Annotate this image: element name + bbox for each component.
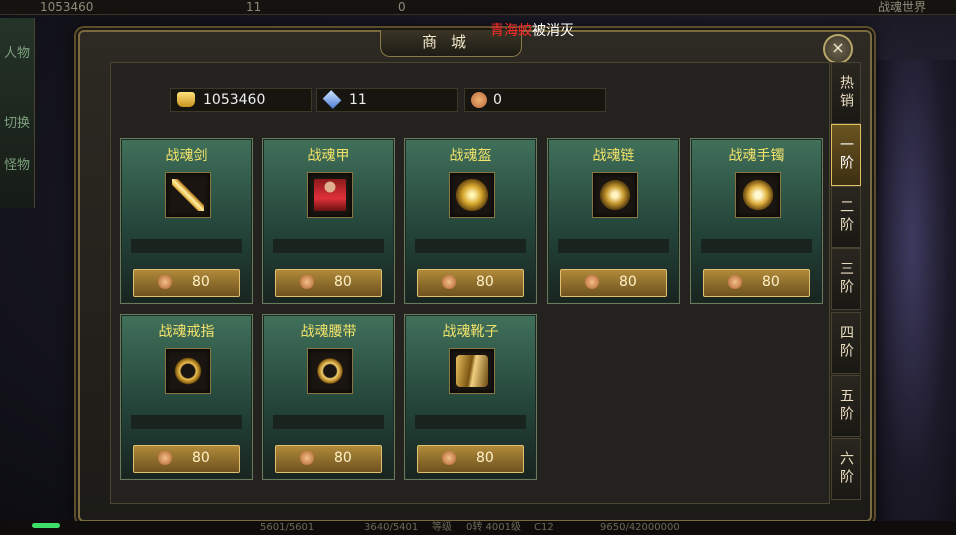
hud-level-label: 等级 [432, 522, 452, 533]
item-price: 80 [619, 274, 637, 290]
buy-button[interactable]: 80 [703, 269, 810, 297]
item-price: 80 [334, 450, 352, 466]
currency-coin-value: 0 [493, 92, 502, 108]
currency-gem-value: 11 [349, 92, 367, 108]
coin-icon [471, 92, 487, 108]
item-name: 战魂腰带 [300, 324, 357, 340]
ring-icon[interactable] [165, 348, 211, 394]
item-price: 80 [476, 274, 494, 290]
coin-icon [300, 275, 314, 289]
tab-tier-4[interactable]: 四阶 [831, 312, 861, 374]
hud-server: 战魂世界 [878, 0, 927, 14]
item-price: 80 [192, 274, 210, 290]
tab-hot[interactable]: 热销 [831, 62, 861, 124]
item-name: 战魂靴子 [442, 324, 499, 340]
tab-tier-6[interactable]: 六阶 [831, 438, 861, 500]
bottom-hud: 5601/5601 3640/5401 等级 0转 4001级 C12 9650… [0, 521, 956, 535]
item-name: 战魂盔 [449, 148, 492, 164]
bracelet-icon[interactable] [735, 172, 781, 218]
shop-item-bracelet[interactable]: 战魂手镯 80 [690, 138, 823, 304]
sword-icon[interactable] [165, 172, 211, 218]
currency-gem: 11 [316, 88, 458, 112]
close-button[interactable]: × [823, 34, 853, 64]
coin-icon [158, 451, 172, 465]
coin-icon [442, 451, 456, 465]
buy-button[interactable]: 80 [133, 445, 240, 473]
buy-button[interactable]: 80 [133, 269, 240, 297]
game-background-right [868, 60, 956, 520]
left-item-character[interactable]: 人物 [3, 46, 31, 61]
item-price: 80 [192, 450, 210, 466]
tab-tier-3[interactable]: 三阶 [831, 248, 861, 310]
shop-item-ring[interactable]: 战魂戒指 80 [120, 314, 253, 480]
blue-gem-icon [322, 90, 342, 109]
hud-mp: 3640/5401 [364, 522, 419, 533]
tab-tier-1[interactable]: 一阶 [831, 124, 861, 186]
shop-item-boots[interactable]: 战魂靴子 80 [404, 314, 537, 480]
item-price: 80 [762, 274, 780, 290]
hud-exp: 9650/42000000 [600, 522, 680, 533]
helmet-icon[interactable] [449, 172, 495, 218]
buy-button[interactable]: 80 [417, 445, 524, 473]
buy-button[interactable]: 80 [560, 269, 667, 297]
hp-bar [32, 523, 60, 528]
item-name: 战魂戒指 [158, 324, 215, 340]
tab-tier-2[interactable]: 二阶 [831, 186, 861, 248]
coin-icon [158, 275, 172, 289]
left-sidebar: 人物 切换 怪物 [0, 18, 35, 208]
top-hud: 1053460 11 0 战魂世界 [0, 0, 956, 15]
coin-icon [442, 275, 456, 289]
boots-icon[interactable] [449, 348, 495, 394]
coin-icon [300, 451, 314, 465]
tab-tier-5[interactable]: 五阶 [831, 375, 861, 437]
buy-button[interactable]: 80 [275, 269, 382, 297]
item-name: 战魂剑 [165, 148, 208, 164]
coin-icon [585, 275, 599, 289]
coin-icon [728, 275, 742, 289]
shop-item-sword[interactable]: 战魂剑 80 [120, 138, 253, 304]
hud-level: 0转 4001级 [466, 522, 521, 533]
hud-hp: 5601/5601 [260, 522, 315, 533]
currency-coin: 0 [464, 88, 606, 112]
hud-coords: C12 [534, 522, 554, 533]
notice-name: 青海蛟 [490, 23, 532, 39]
currency-gold-value: 1053460 [203, 92, 266, 108]
shop-item-helmet[interactable]: 战魂盔 80 [404, 138, 537, 304]
left-item-switch[interactable]: 切换 [3, 116, 31, 131]
item-name: 战魂手镯 [728, 148, 785, 164]
left-item-monster[interactable]: 怪物 [3, 158, 31, 173]
currency-gold: 1053460 [170, 88, 312, 112]
hud-count: 11 [246, 0, 262, 14]
item-price: 80 [476, 450, 494, 466]
armor-icon[interactable] [307, 172, 353, 218]
gold-ingot-icon [177, 92, 195, 107]
item-name: 战魂链 [592, 148, 635, 164]
shop-item-belt[interactable]: 战魂腰带 80 [262, 314, 395, 480]
hud-gold: 1053460 [40, 0, 94, 14]
buy-button[interactable]: 80 [275, 445, 382, 473]
kill-notice: 青海蛟被消灭 [490, 20, 574, 40]
hud-zero: 0 [398, 0, 406, 14]
necklace-icon[interactable] [592, 172, 638, 218]
belt-icon[interactable] [307, 348, 353, 394]
item-price: 80 [334, 274, 352, 290]
buy-button[interactable]: 80 [417, 269, 524, 297]
shop-item-armor[interactable]: 战魂甲 80 [262, 138, 395, 304]
shop-item-necklace[interactable]: 战魂链 80 [547, 138, 680, 304]
notice-text: 被消灭 [532, 23, 574, 39]
item-name: 战魂甲 [307, 148, 350, 164]
